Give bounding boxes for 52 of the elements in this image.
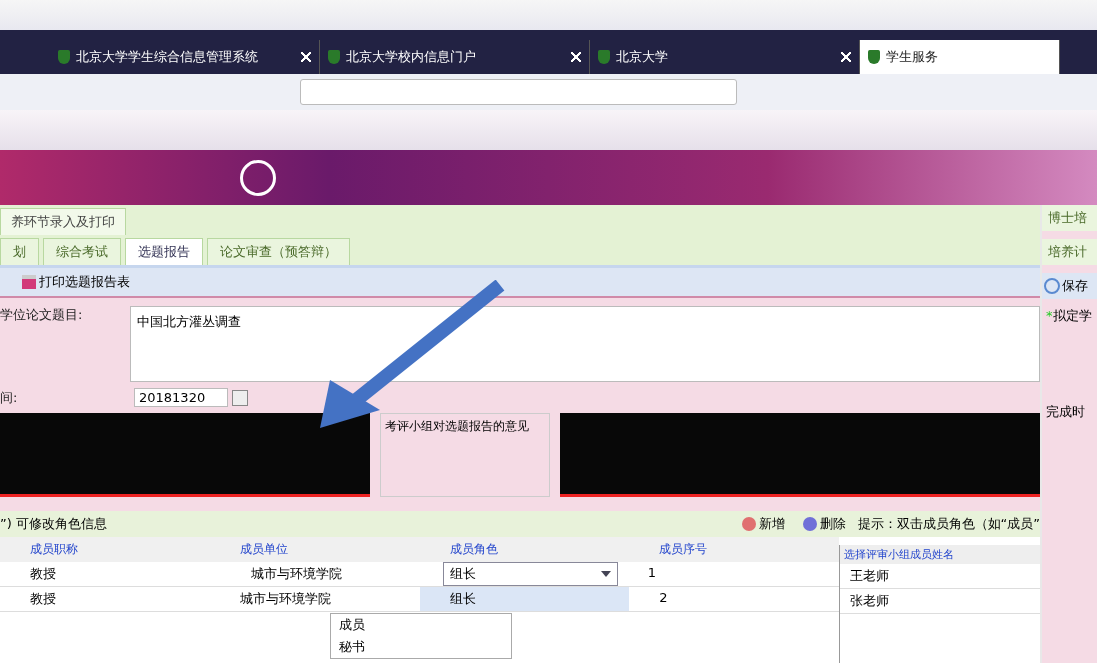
menu-item[interactable]: 成员 xyxy=(331,614,511,636)
tab[interactable]: 论文审查（预答辩） xyxy=(207,238,350,265)
column-header[interactable]: 成员角色 xyxy=(419,537,630,562)
tab[interactable]: 划 xyxy=(0,238,39,265)
role-dropdown[interactable]: 组长 xyxy=(442,562,618,586)
hint-text: ”) 可修改角色信息 xyxy=(0,515,107,533)
date-field[interactable]: 20181320 xyxy=(134,388,228,407)
table-cell-text: 2 xyxy=(658,589,669,607)
required-icon: * xyxy=(1046,308,1053,323)
close-icon[interactable] xyxy=(301,52,311,62)
close-icon[interactable] xyxy=(841,52,851,62)
printer-icon xyxy=(22,275,36,289)
table-cell-text: 1 xyxy=(646,564,658,582)
plus-icon xyxy=(741,517,756,531)
field-label: 间: xyxy=(0,388,19,407)
refresh-icon xyxy=(1044,278,1060,294)
tab[interactable]: 综合考试 xyxy=(43,238,121,265)
caret-icon xyxy=(600,571,611,577)
table-cell-text: 教授 xyxy=(29,565,57,583)
print-button[interactable]: 打印选题报告表 xyxy=(20,271,132,293)
shield-icon xyxy=(58,50,70,64)
calendar-icon[interactable] xyxy=(232,389,248,406)
menu-item[interactable]: 秘书 xyxy=(331,636,511,658)
table-cell[interactable]: 组长 xyxy=(419,587,630,611)
field-label: *拟定学 xyxy=(1045,307,1093,325)
column-header[interactable]: 成员序号 xyxy=(629,537,839,562)
column-header[interactable]: 成员单位 xyxy=(209,537,420,562)
shield-icon xyxy=(598,50,610,64)
column-header[interactable]: 成员职称 xyxy=(0,537,210,562)
tab[interactable]: 培养计 xyxy=(1042,239,1097,265)
field-label: 学位论文题目: xyxy=(0,306,84,324)
tab[interactable]: 选题报告 xyxy=(125,238,203,265)
save-button[interactable]: 保存 xyxy=(1042,273,1097,299)
thesis-title-field[interactable]: 中国北方灌丛调查 xyxy=(130,306,1040,382)
field-label: 完成时 xyxy=(1045,403,1086,421)
browser-tab[interactable]: 学生服务 xyxy=(860,40,1060,74)
logo-icon xyxy=(240,159,276,196)
delete-button[interactable]: 删除 xyxy=(796,514,852,534)
panel-tab[interactable]: 养环节录入及打印 xyxy=(0,208,126,235)
address-field[interactable] xyxy=(300,79,737,105)
table-cell-text: 教授 xyxy=(29,590,57,608)
shield-icon xyxy=(868,50,880,64)
close-icon[interactable] xyxy=(571,52,581,62)
minus-icon xyxy=(802,517,817,531)
field-label: 考评小组对选题报告的意见 xyxy=(385,419,529,433)
table-cell-text: 城市与环境学院 xyxy=(250,565,344,583)
add-button[interactable]: 新增 xyxy=(735,514,791,534)
panel-tab[interactable]: 博士培 xyxy=(1042,205,1097,231)
column-header: 选择评审小组成员姓名 xyxy=(840,545,1040,564)
table-cell-text: 城市与环境学院 xyxy=(238,590,332,608)
tip-text: 提示：双击成员角色（如“成员” xyxy=(857,515,1040,533)
shield-icon xyxy=(328,50,340,64)
